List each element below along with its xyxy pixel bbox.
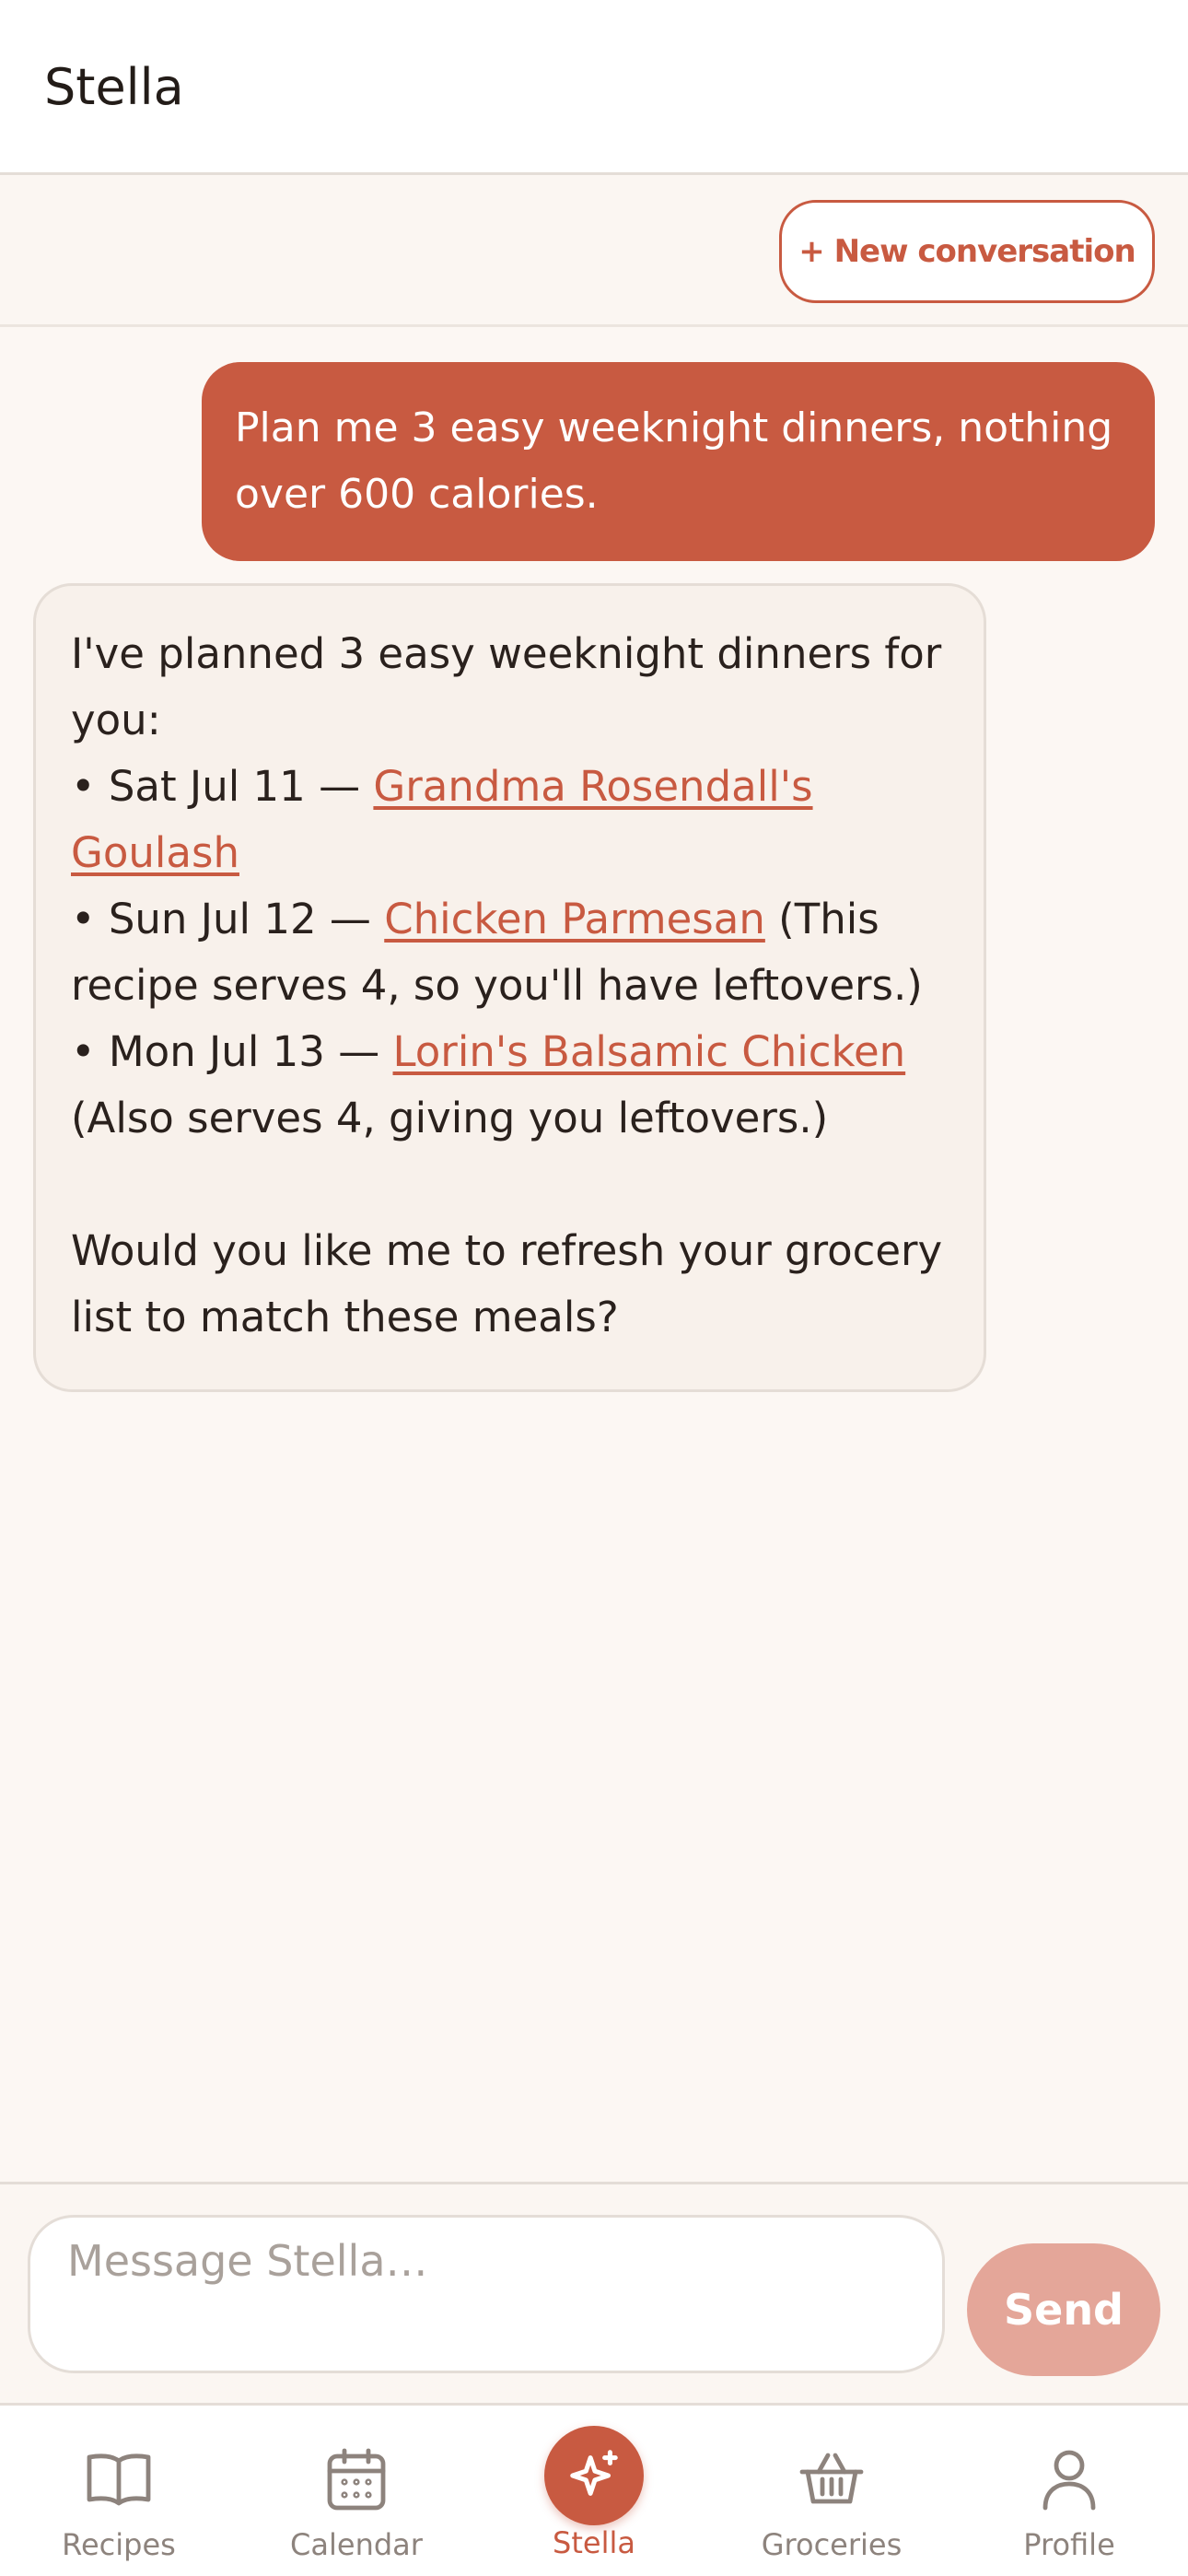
recipe-link-chicken-parmesan[interactable]: Chicken Parmesan [384,895,765,943]
person-icon [1032,2442,1106,2516]
app: Stella + New conversation Plan me 3 easy… [0,0,1188,2576]
tab-label: Profile [1023,2527,1115,2562]
meal-plan-item: • Mon Jul 13 — Lorin's Balsamic Chicken … [71,1019,949,1152]
tab-calendar[interactable]: Calendar [238,2406,475,2576]
message-input[interactable] [28,2215,945,2373]
page-title: Stella [44,58,184,116]
assistant-intro: I've planned 3 easy weeknight dinners fo… [71,629,942,744]
tab-stella[interactable]: Stella [475,2406,713,2576]
message-composer: Send [0,2182,1188,2403]
bottom-tab-bar: Recipes Calendar Stella Groceries Profil… [0,2403,1188,2576]
book-icon [82,2442,156,2516]
assistant-closing: Would you like me to refresh your grocer… [71,1226,943,1341]
tab-label: Calendar [290,2527,423,2562]
tab-profile[interactable]: Profile [950,2406,1188,2576]
meal-plan-item: • Sat Jul 11 — Grandma Rosendall's Goula… [71,754,949,886]
basket-icon [795,2442,868,2516]
user-message: Plan me 3 easy weeknight dinners, nothin… [202,362,1155,561]
meal-day: • Sun Jul 12 — [71,895,385,943]
meal-plan-item: • Sun Jul 12 — Chicken Parmesan (This re… [71,886,949,1019]
meal-day: • Mon Jul 13 — [71,1027,393,1076]
send-button[interactable]: Send [967,2243,1160,2376]
tab-recipes[interactable]: Recipes [0,2406,238,2576]
tab-label: Groceries [761,2527,903,2562]
assistant-message: I've planned 3 easy weeknight dinners fo… [33,583,986,1392]
meal-day: • Sat Jul 11 — [71,762,374,811]
calendar-icon [320,2442,393,2516]
meal-note: (Also serves 4, giving you leftovers.) [71,1094,829,1142]
chat-toolbar: + New conversation [0,175,1188,327]
tab-label: Recipes [62,2527,176,2562]
sparkle-icon [544,2426,644,2525]
new-conversation-button[interactable]: + New conversation [779,200,1155,303]
tab-groceries[interactable]: Groceries [713,2406,950,2576]
recipe-link-balsamic-chicken[interactable]: Lorin's Balsamic Chicken [393,1027,906,1076]
message-list[interactable]: Plan me 3 easy weeknight dinners, nothin… [0,330,1188,2182]
tab-label: Stella [553,2525,635,2560]
top-bar: Stella [0,0,1188,175]
